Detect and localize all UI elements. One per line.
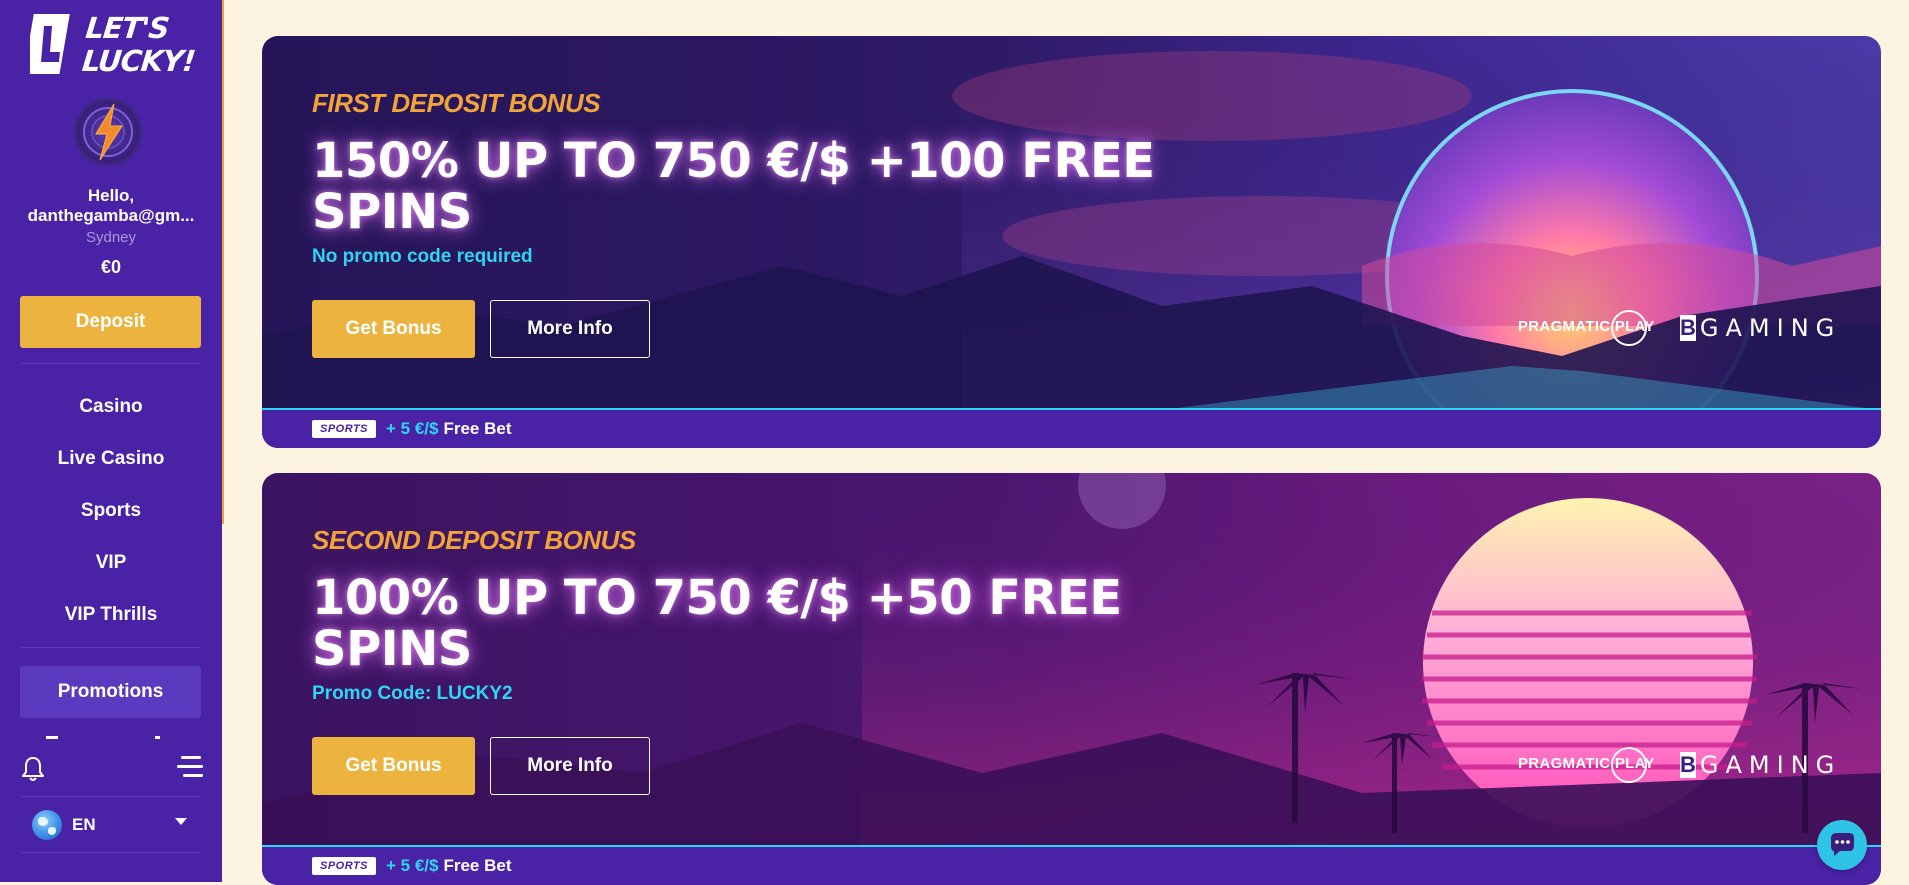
- nav-item-vip[interactable]: VIP: [0, 552, 222, 574]
- scroll-hint: [46, 736, 58, 739]
- divider: [20, 363, 201, 364]
- pragmatic-ring-icon: [1611, 747, 1647, 783]
- pragmatic-ring-icon: [1611, 310, 1647, 346]
- balance: €0: [100, 257, 122, 277]
- nav-item-casino[interactable]: Casino: [0, 396, 222, 418]
- free-bet-label: Free Bet: [443, 856, 512, 875]
- get-bonus-button[interactable]: Get Bonus: [312, 737, 475, 795]
- banner-eyebrow: FIRST DEPOSIT BONUS: [312, 88, 601, 118]
- promo-code-note: No promo code required: [312, 246, 533, 267]
- bgaming-mark: B: [1680, 752, 1696, 778]
- brand-logo[interactable]: LET'S LUCKY!: [30, 11, 197, 80]
- sports-free-bet-strip: SPORTS + 5 €/$ Free Bet: [262, 408, 1881, 448]
- bgaming-logo: B GAMING: [1680, 312, 1835, 344]
- sidebar-edge: [222, 0, 224, 524]
- banner-headline: 150% UP TO 750 €/$ +100 FREE SPINS: [312, 133, 1155, 240]
- divider: [20, 796, 201, 797]
- free-bet-label: Free Bet: [443, 419, 512, 438]
- language-selector[interactable]: EN: [32, 810, 96, 840]
- nav-item-live-casino[interactable]: Live Casino: [0, 448, 222, 470]
- logo-mark-icon: [30, 14, 70, 74]
- get-bonus-button[interactable]: Get Bonus: [312, 300, 475, 358]
- sidebar: LET'S LUCKY! Hello, danthegamba@gm... Sy…: [0, 0, 222, 882]
- nav-item-promotions[interactable]: Promotions: [20, 666, 201, 718]
- bell-icon[interactable]: [20, 755, 46, 783]
- avatar[interactable]: [74, 98, 142, 166]
- banner-headline: 100% UP TO 750 €/$ +50 FREE SPINS: [312, 570, 1122, 677]
- sports-free-bet-strip: SPORTS + 5 €/$ Free Bet: [262, 845, 1881, 885]
- free-bet-amount: + 5 €/$: [386, 419, 439, 438]
- bgaming-logo: B GAMING: [1680, 749, 1835, 781]
- pragmatic-play-logo: PRAGMATIC PLAY: [1518, 298, 1654, 348]
- divider: [20, 852, 201, 853]
- banner-eyebrow: SECOND DEPOSIT BONUS: [312, 525, 636, 555]
- user-city: Sydney: [85, 229, 137, 246]
- bgaming-text: GAMING: [1699, 314, 1842, 342]
- promo-banner-first-deposit: FIRST DEPOSIT BONUS 150% UP TO 750 €/$ +…: [262, 36, 1881, 448]
- sports-badge: SPORTS: [312, 857, 376, 875]
- logo-text: LET'S LUCKY!: [80, 11, 197, 78]
- live-chat-button[interactable]: [1817, 820, 1867, 870]
- free-bet-amount: + 5 €/$: [386, 856, 439, 875]
- chat-bubble-icon: [1831, 833, 1854, 856]
- language-label: EN: [72, 815, 96, 834]
- pragmatic-play-logo: PRAGMATIC PLAY: [1518, 735, 1654, 785]
- greeting: Hello,: [87, 186, 135, 205]
- globe-icon: [32, 810, 62, 840]
- bgaming-mark: B: [1680, 315, 1696, 341]
- promo-banner-second-deposit: SECOND DEPOSIT BONUS 100% UP TO 750 €/$ …: [262, 473, 1881, 885]
- more-info-button[interactable]: More Info: [490, 737, 650, 795]
- more-info-button[interactable]: More Info: [490, 300, 650, 358]
- menu-icon[interactable]: [175, 754, 205, 780]
- sports-badge: SPORTS: [312, 420, 376, 438]
- nav-item-vip-thrills[interactable]: VIP Thrills: [0, 604, 222, 626]
- scroll-hint: [155, 736, 160, 739]
- bgaming-text: GAMING: [1699, 751, 1842, 779]
- nav-item-sports[interactable]: Sports: [0, 500, 222, 522]
- lightning-icon: [83, 103, 133, 161]
- chevron-down-icon[interactable]: [175, 818, 187, 825]
- user-email: danthegamba@gm...: [27, 206, 195, 225]
- divider: [20, 647, 201, 648]
- promo-code-note: Promo Code: LUCKY2: [312, 683, 513, 704]
- deposit-button[interactable]: Deposit: [20, 296, 201, 348]
